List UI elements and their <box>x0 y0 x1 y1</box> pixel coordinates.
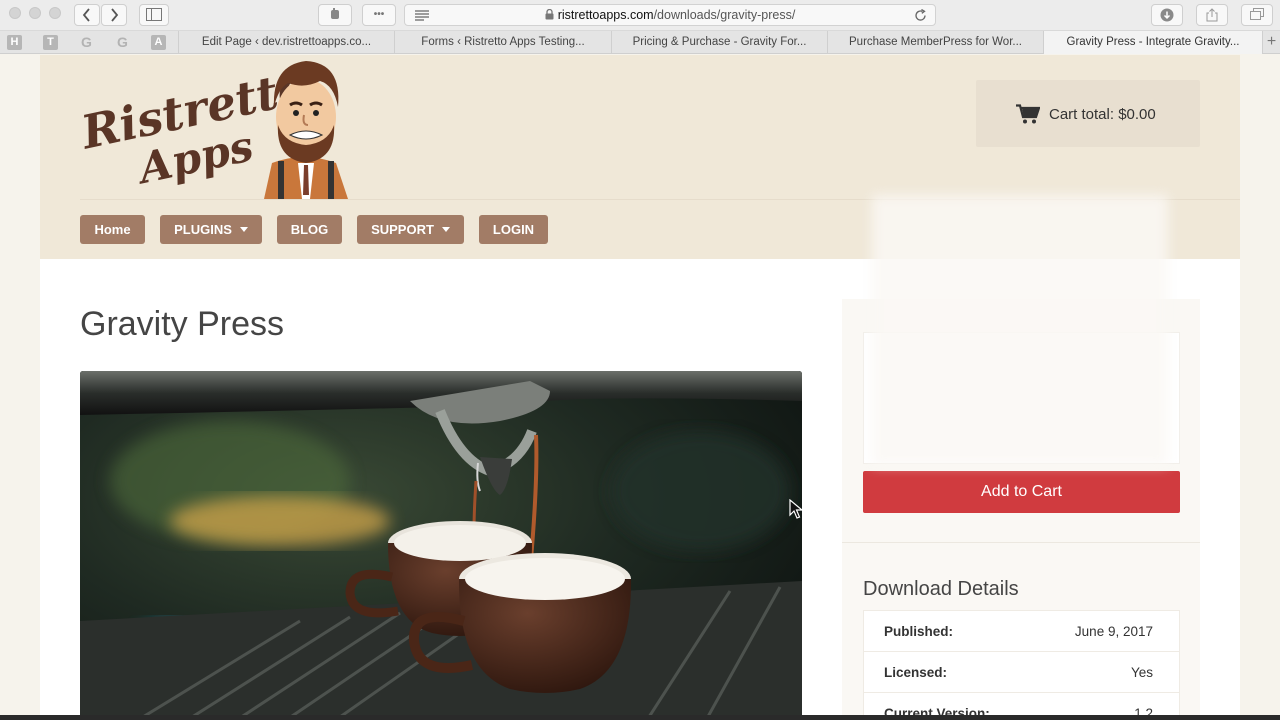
favorite-h[interactable]: H <box>7 35 22 50</box>
window-bottom-edge <box>0 715 1280 720</box>
nav-blog[interactable]: BLOG <box>277 215 342 244</box>
zoom-window-button[interactable] <box>49 7 61 19</box>
detail-key: Published: <box>884 624 954 639</box>
table-row: Licensed: Yes <box>864 652 1179 693</box>
table-row: Published: June 9, 2017 <box>864 611 1179 652</box>
browser-toolbar: ••• ristrettoapps.com/downloads/gravity-… <box>0 0 1280 31</box>
download-details-title: Download Details <box>863 578 1019 600</box>
close-window-button[interactable] <box>9 7 21 19</box>
reload-icon[interactable] <box>914 9 927 22</box>
detail-value: June 9, 2017 <box>1074 624 1153 639</box>
sidebar-toggle-button[interactable] <box>139 4 169 26</box>
back-button[interactable] <box>74 4 100 26</box>
favorite-google-1[interactable]: G <box>79 35 94 50</box>
caret-down-icon <box>441 227 450 233</box>
tab-memberpress[interactable]: Purchase MemberPress for Wor... <box>827 31 1043 54</box>
caret-down-icon <box>239 227 248 233</box>
loading-overlay <box>872 195 1168 465</box>
chevron-right-icon <box>111 8 119 22</box>
nav-login[interactable]: LOGIN <box>479 215 548 244</box>
detail-key: Licensed: <box>884 665 948 680</box>
tab-forms[interactable]: Forms ‹ Ristretto Apps Testing... <box>394 31 611 54</box>
url-text: ristrettoapps.com/downloads/gravity-pres… <box>405 8 935 22</box>
nav-home[interactable]: Home <box>80 215 145 244</box>
nav-blog-label: BLOG <box>290 222 329 237</box>
forward-button[interactable] <box>101 4 127 26</box>
lock-icon <box>545 8 554 20</box>
product-image <box>80 371 802 720</box>
nav-support[interactable]: SUPPORT <box>357 215 464 244</box>
url-path: /downloads/gravity-press/ <box>653 8 796 22</box>
tab-edit-page[interactable]: Edit Page ‹ dev.ristrettoapps.co... <box>178 31 394 54</box>
web-page: Ristretto Apps Cart total: $0.00 Home PL… <box>0 55 1280 720</box>
nav-home-label: Home <box>94 222 131 237</box>
address-bar[interactable]: ristrettoapps.com/downloads/gravity-pres… <box>404 4 936 26</box>
sidebar-icon <box>146 8 162 21</box>
tabs-overview-button[interactable] <box>1241 4 1273 26</box>
favorite-t[interactable]: T <box>43 35 58 50</box>
mouse-cursor-icon <box>789 499 803 519</box>
nav-support-label: SUPPORT <box>371 222 434 237</box>
nav-plugins[interactable]: PLUGINS <box>160 215 262 244</box>
nav-login-label: LOGIN <box>492 222 535 237</box>
new-tab-button[interactable]: + <box>1262 31 1280 54</box>
share-button[interactable] <box>1196 4 1228 26</box>
tab-pricing[interactable]: Pricing & Purchase - Gravity For... <box>611 31 827 54</box>
download-details-table: Published: June 9, 2017 Licensed: Yes Cu… <box>863 610 1180 720</box>
minimize-window-button[interactable] <box>29 7 41 19</box>
more-extensions-button[interactable]: ••• <box>362 4 396 26</box>
tabs-icon <box>1250 8 1264 20</box>
add-to-cart-button[interactable]: Add to Cart <box>863 471 1180 513</box>
url-domain: ristrettoapps.com <box>557 8 654 22</box>
nav-plugins-label: PLUGINS <box>174 222 232 237</box>
tab-bar: H T G G A Edit Page ‹ dev.ristrettoapps.… <box>0 31 1280 54</box>
page-title: Gravity Press <box>80 305 285 343</box>
share-icon <box>1206 8 1218 22</box>
download-icon <box>1160 8 1174 22</box>
chevron-left-icon <box>82 8 90 22</box>
downloads-button[interactable] <box>1151 4 1183 26</box>
cart-total-button[interactable]: Cart total: $0.00 <box>976 80 1200 147</box>
sidebar-divider <box>842 542 1200 543</box>
shopping-cart-icon <box>1016 104 1040 124</box>
favorite-google-2[interactable]: G <box>115 35 130 50</box>
favorite-a[interactable]: A <box>151 35 166 50</box>
site-logo[interactable]: Ristretto Apps <box>80 55 380 199</box>
hand-icon <box>331 8 339 19</box>
detail-value: Yes <box>1130 665 1153 680</box>
extension-button[interactable] <box>318 4 352 26</box>
cart-total-label: Cart total: $0.00 <box>1049 106 1156 123</box>
tab-gravity-press[interactable]: Gravity Press - Integrate Gravity... <box>1043 31 1262 54</box>
